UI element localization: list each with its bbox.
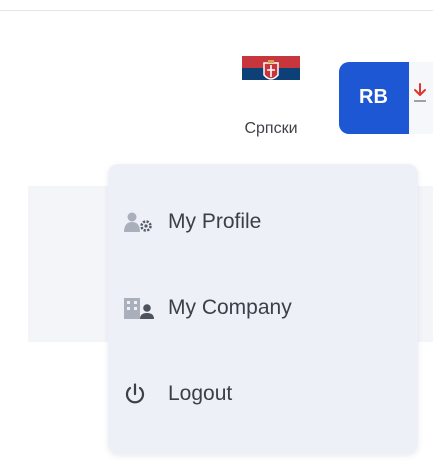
user-menu-button[interactable]: RB — [339, 62, 433, 134]
download-button[interactable] — [409, 62, 433, 134]
language-selector[interactable]: Српски — [232, 56, 310, 148]
menu-item-label: My Company — [168, 296, 292, 319]
menu-item-label: Logout — [168, 382, 233, 405]
download-arrow-icon — [414, 83, 426, 102]
serbia-flag-icon — [242, 56, 300, 92]
menu-item-label: My Profile — [168, 210, 262, 233]
power-icon — [124, 383, 154, 405]
menu-item-logout[interactable]: Logout — [124, 374, 232, 414]
user-settings-icon — [124, 211, 154, 233]
user-dropdown-menu: My Profile My Company Logout — [108, 164, 418, 454]
language-label: Српски — [244, 120, 298, 137]
menu-item-my-company[interactable]: My Company — [124, 288, 292, 328]
company-building-icon — [124, 297, 154, 319]
user-initials: RB — [359, 86, 388, 108]
menu-item-my-profile[interactable]: My Profile — [124, 202, 261, 242]
header-divider — [0, 10, 433, 11]
